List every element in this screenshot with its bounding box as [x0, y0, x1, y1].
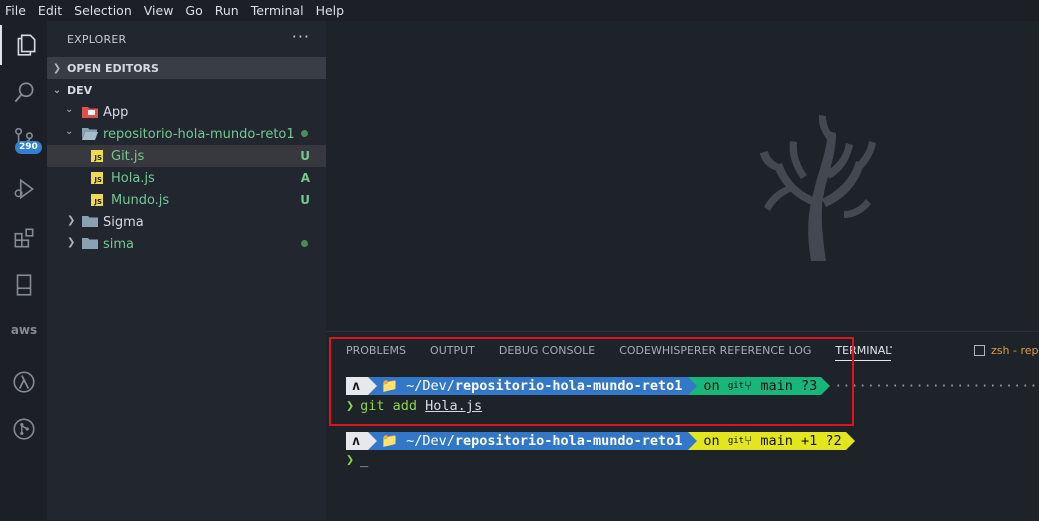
sidebar-title: EXPLORER — [67, 33, 127, 46]
menu-file[interactable]: File — [0, 3, 32, 18]
git-status-untracked: U — [300, 149, 310, 163]
prompt-filler-dots: ····························· — [834, 378, 1039, 394]
branch-icon: ⑂ — [744, 433, 753, 449]
chevron-right-icon: ❯ — [67, 237, 76, 248]
git-graph-icon — [12, 418, 35, 440]
more-actions-button[interactable]: ··· — [292, 27, 310, 46]
scm-count-badge: 290 — [15, 141, 42, 154]
tree-item-app[interactable]: ⌄ App — [47, 101, 326, 123]
tree-item-repositorio[interactable]: ⌄ repositorio-hola-mundo-reto1 — [47, 123, 326, 145]
section-label: OPEN EDITORS — [67, 61, 159, 75]
tree-item-label: Sigma — [103, 214, 144, 230]
git-segment: on git ⑂ main +1 ?2 — [697, 432, 846, 450]
extensions-activity[interactable] — [0, 218, 47, 258]
terminal-prompt-line: ʌ 📁 ~/Dev/repositorio-hola-mundo-reto1 o… — [346, 432, 855, 450]
git-graph-activity[interactable] — [0, 409, 47, 449]
folder-app-icon — [82, 107, 98, 118]
chevron-right-icon: ❯ — [52, 62, 62, 74]
git-icon: git — [727, 436, 745, 446]
chevron-down-icon: ⌄ — [52, 84, 62, 96]
terminal-instance-name: zsh - repo — [991, 344, 1039, 357]
chevron-down-icon: ⌄ — [65, 126, 74, 137]
tree-item-label: Git.js — [111, 148, 145, 164]
explorer-sidebar: EXPLORER ··· ❯ OPEN EDITORS ⌄ DEV ⌄ App … — [47, 21, 326, 520]
modified-dot — [301, 240, 308, 247]
tree-item-sima[interactable]: ❯ sima — [47, 233, 326, 255]
search-icon — [14, 82, 34, 103]
terminal-cursor: _ — [360, 452, 369, 468]
tree-item-git-js[interactable]: JS Git.js U — [47, 145, 326, 167]
menu-view[interactable]: View — [138, 3, 180, 18]
files-icon — [17, 34, 35, 56]
powerline-separator — [368, 432, 378, 450]
modified-dot — [301, 130, 308, 137]
branch-name: main — [760, 433, 793, 449]
terminal-input-line[interactable]: ❯ _ — [346, 452, 368, 468]
git-status-added: A — [300, 171, 310, 185]
book-icon — [16, 274, 31, 296]
tree-item-mundo-js[interactable]: JS Mundo.js U — [47, 189, 326, 211]
workspace-section[interactable]: ⌄ DEV — [47, 79, 326, 101]
search-activity[interactable] — [0, 73, 47, 113]
os-segment: ʌ — [346, 432, 369, 450]
folder-icon — [82, 216, 98, 227]
git-on-text: on — [703, 433, 720, 449]
terminal-icon — [974, 345, 985, 356]
open-editors-section[interactable]: ❯ OPEN EDITORS — [47, 57, 326, 79]
folder-open-icon — [82, 128, 98, 140]
javascript-file-icon: JS — [91, 172, 103, 184]
editor-area — [326, 21, 1039, 331]
prompt-caret-icon: ❯ — [346, 452, 355, 468]
folder-icon — [82, 238, 98, 249]
directory-name: repositorio-hola-mundo-reto1 — [454, 433, 683, 449]
run-debug-icon — [14, 178, 34, 200]
lambda-icon — [12, 371, 35, 393]
tree-item-hola-js[interactable]: JS Hola.js A — [47, 167, 326, 189]
run-debug-activity[interactable] — [0, 169, 47, 209]
source-control-activity[interactable]: 290 — [0, 119, 47, 159]
tree-item-label: Hola.js — [111, 170, 155, 186]
powerline-separator — [688, 432, 698, 450]
menu-edit[interactable]: Edit — [32, 3, 68, 18]
lambda-activity[interactable] — [0, 362, 47, 402]
menu-go[interactable]: Go — [179, 3, 208, 18]
menu-bar: File Edit Selection View Go Run Terminal… — [0, 0, 1039, 21]
tree-item-label: Mundo.js — [111, 192, 170, 208]
menu-help[interactable]: Help — [310, 3, 351, 18]
section-label: DEV — [67, 83, 93, 97]
git-status: +1 ?2 — [801, 433, 842, 449]
directory-prefix: 📁 ~/Dev/ — [381, 433, 455, 449]
javascript-file-icon: JS — [91, 150, 103, 162]
chevron-right-icon: ❯ — [67, 215, 76, 226]
tree-item-label: sima — [103, 236, 135, 252]
highlight-box — [329, 337, 854, 426]
menu-selection[interactable]: Selection — [68, 3, 138, 18]
activity-bar: 290 aws — [0, 21, 47, 520]
menu-terminal[interactable]: Terminal — [245, 3, 310, 18]
aws-icon[interactable]: aws — [10, 323, 38, 337]
panel-more-button[interactable]: ··· — [880, 340, 893, 356]
extensions-icon — [14, 228, 33, 248]
git-status-untracked: U — [300, 193, 310, 207]
javascript-file-icon: JS — [91, 194, 103, 206]
powerline-separator — [845, 432, 855, 450]
chevron-down-icon: ⌄ — [65, 104, 74, 115]
explorer-activity[interactable] — [0, 25, 49, 65]
tree-item-label: App — [103, 104, 129, 120]
terminal-instance-label[interactable]: zsh - repo — [974, 344, 1039, 357]
menu-run[interactable]: Run — [209, 3, 245, 18]
tree-item-sigma[interactable]: ❯ Sigma — [47, 211, 326, 233]
tree-item-label: repositorio-hola-mundo-reto1 — [103, 126, 295, 142]
editor-watermark-logo — [760, 115, 876, 261]
remote-explorer-activity[interactable] — [0, 265, 47, 305]
directory-segment: 📁 ~/Dev/repositorio-hola-mundo-reto1 — [377, 432, 689, 450]
